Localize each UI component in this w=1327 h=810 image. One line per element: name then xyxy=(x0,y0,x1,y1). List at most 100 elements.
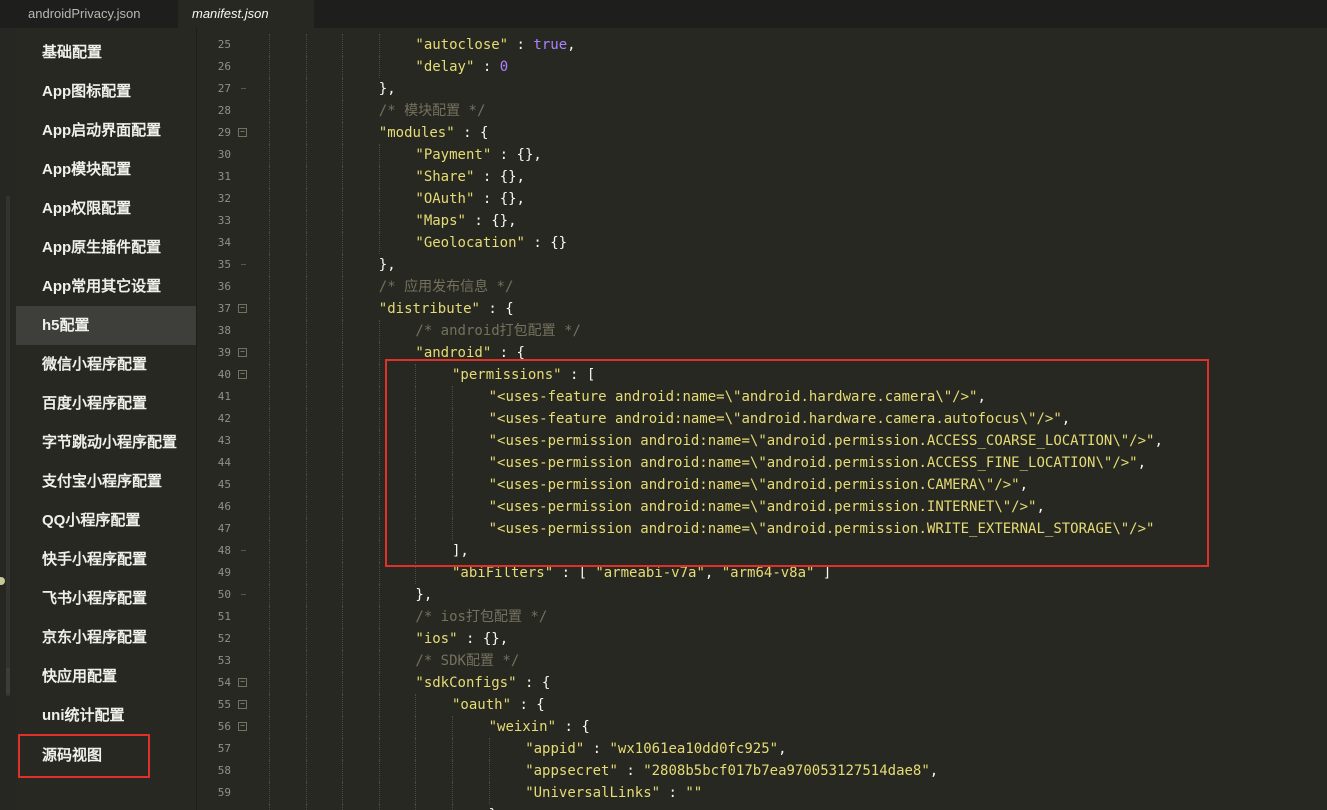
code-token: : { xyxy=(479,301,514,317)
indent-guide xyxy=(269,210,271,232)
code-token: /* 模块配置 */ xyxy=(378,103,486,119)
code-line[interactable]: 27}, xyxy=(197,78,1327,100)
code-line[interactable]: 49 "abiFilters" : [ "armeabi-v7a", "arm64… xyxy=(197,562,1327,584)
fold-toggle-icon[interactable] xyxy=(238,700,247,709)
code-line[interactable]: 34 "Geolocation" : {} xyxy=(197,232,1327,254)
sidebar-item[interactable]: 字节跳动小程序配置 xyxy=(16,423,196,462)
tab-manifest[interactable]: manifest.json xyxy=(178,0,314,28)
line-number: 51 xyxy=(217,610,231,623)
sidebar-item[interactable]: h5配置 xyxy=(16,306,196,345)
indent-guide xyxy=(415,738,417,760)
code-line[interactable]: 36 /* 应用发布信息 */ xyxy=(197,276,1327,298)
indent-guide xyxy=(305,562,308,584)
code-line[interactable]: 29 "modules" : { xyxy=(197,122,1327,144)
fold-toggle-icon[interactable] xyxy=(238,722,247,731)
code-line[interactable]: 55 "oauth" : { xyxy=(197,694,1327,716)
sidebar-item[interactable]: 微信小程序配置 xyxy=(16,345,196,384)
code-token: "<uses-permission android:name=\"android… xyxy=(488,455,1138,471)
fold-end-marker xyxy=(241,264,246,265)
code-token: "armeabi-v7a" xyxy=(595,565,705,581)
code-line[interactable]: 42 "<uses-feature android:name=\"android.… xyxy=(197,408,1327,430)
code-line[interactable]: 30 "Payment" : {}, xyxy=(197,144,1327,166)
code-line[interactable]: 53 /* SDK配置 */ xyxy=(197,650,1327,672)
indent-guide xyxy=(488,738,491,760)
indent-guide xyxy=(305,342,308,364)
code-token: "weixin" xyxy=(488,719,557,735)
sidebar-item[interactable]: App原生插件配置 xyxy=(16,228,196,267)
indent-guide xyxy=(415,452,417,474)
code-line[interactable]: 57 "appid" : "wx1061ea10dd0fc925", xyxy=(197,738,1327,760)
code-line[interactable]: 28 /* 模块配置 */ xyxy=(197,100,1327,122)
code-line[interactable]: 43 "<uses-permission android:name=\"andro… xyxy=(197,430,1327,452)
code-line[interactable]: 52 "ios" : {}, xyxy=(197,628,1327,650)
code-token: "arm64-v8a" xyxy=(721,565,815,581)
sidebar-item[interactable]: 京东小程序配置 xyxy=(16,618,196,657)
code-line[interactable]: 51 /* ios打包配置 */ xyxy=(197,606,1327,628)
edge-indicator-dot xyxy=(0,577,5,585)
sidebar-item[interactable]: 源码视图 xyxy=(18,734,150,778)
fold-toggle-icon[interactable] xyxy=(238,678,247,687)
sidebar-item[interactable]: 飞书小程序配置 xyxy=(16,579,196,618)
code-line[interactable]: 41 "<uses-feature android:name=\"android.… xyxy=(197,386,1327,408)
line-number: 38 xyxy=(217,324,231,337)
indent-guide xyxy=(342,144,344,166)
sidebar-item[interactable]: App权限配置 xyxy=(16,189,196,228)
code-line[interactable]: 48], xyxy=(197,540,1327,562)
edge-scroll-thumb[interactable] xyxy=(6,668,10,694)
indent-guide xyxy=(269,342,271,364)
code-text: "Payment" : {}, xyxy=(415,144,541,166)
code-line[interactable]: 60} xyxy=(197,804,1327,810)
code-line[interactable]: 54 "sdkConfigs" : { xyxy=(197,672,1327,694)
code-text: /* ios打包配置 */ xyxy=(415,606,547,628)
sidebar-item[interactable]: App启动界面配置 xyxy=(16,111,196,150)
code-line[interactable]: 32 "OAuth" : {}, xyxy=(197,188,1327,210)
sidebar-item[interactable]: App常用其它设置 xyxy=(16,267,196,306)
fold-toggle-icon[interactable] xyxy=(238,348,247,357)
line-number: 46 xyxy=(217,500,231,513)
code-line[interactable]: 46 "<uses-permission android:name=\"andro… xyxy=(197,496,1327,518)
indent-guide xyxy=(269,56,271,78)
code-line[interactable]: 50}, xyxy=(197,584,1327,606)
code-line[interactable]: 31 "Share" : {}, xyxy=(197,166,1327,188)
fold-toggle-icon[interactable] xyxy=(238,128,247,137)
code-line[interactable]: 45 "<uses-permission android:name=\"andro… xyxy=(197,474,1327,496)
code-line[interactable]: 58 "appsecret" : "2808b5bcf017b7ea9700531… xyxy=(197,760,1327,782)
code-line[interactable]: 44 "<uses-permission android:name=\"andro… xyxy=(197,452,1327,474)
code-line[interactable]: 59 "UniversalLinks" : "" xyxy=(197,782,1327,804)
indent-guide xyxy=(342,782,344,804)
sidebar-item[interactable]: App图标配置 xyxy=(16,72,196,111)
sidebar-item[interactable]: 快应用配置 xyxy=(16,657,196,696)
code-token: "appid" xyxy=(525,741,585,757)
code-line[interactable]: 37 "distribute" : { xyxy=(197,298,1327,320)
code-line[interactable]: 39 "android" : { xyxy=(197,342,1327,364)
code-line[interactable]: 56 "weixin" : { xyxy=(197,716,1327,738)
code-line[interactable]: 38 /* android打包配置 */ xyxy=(197,320,1327,342)
code-line[interactable]: 26 "delay" : 0 xyxy=(197,56,1327,78)
sidebar-item[interactable]: 百度小程序配置 xyxy=(16,384,196,423)
code-token: "OAuth" xyxy=(415,191,475,207)
code-line[interactable]: 33 "Maps" : {}, xyxy=(197,210,1327,232)
indent-guide xyxy=(342,452,344,474)
code-line[interactable]: 35}, xyxy=(197,254,1327,276)
sidebar-item[interactable]: uni统计配置 xyxy=(16,696,196,735)
code-line[interactable]: 47 "<uses-permission android:name=\"andro… xyxy=(197,518,1327,540)
indent-guide xyxy=(305,78,308,100)
sidebar-item[interactable]: App模块配置 xyxy=(16,150,196,189)
indent-guide xyxy=(269,100,271,122)
code-text: /* 应用发布信息 */ xyxy=(379,276,514,298)
sidebar-item[interactable]: 支付宝小程序配置 xyxy=(16,462,196,501)
sidebar-item[interactable]: 基础配置 xyxy=(16,33,196,72)
indent-guide xyxy=(378,364,381,386)
code-editor[interactable]: 25 "autoclose" : true, 26 "delay" : 0 27}, 28… xyxy=(197,28,1327,810)
tab-android-privacy[interactable]: androidPrivacy.json xyxy=(14,0,170,28)
fold-toggle-icon[interactable] xyxy=(238,304,247,313)
code-token: 0 xyxy=(499,59,509,75)
indent-guide xyxy=(305,122,308,144)
indent-guide xyxy=(415,562,417,584)
code-line[interactable]: 40 "permissions" : [ xyxy=(197,364,1327,386)
indent-guide xyxy=(378,540,381,562)
fold-toggle-icon[interactable] xyxy=(238,370,247,379)
sidebar-item[interactable]: QQ小程序配置 xyxy=(16,501,196,540)
code-line[interactable]: 25 "autoclose" : true, xyxy=(197,34,1327,56)
sidebar-item[interactable]: 快手小程序配置 xyxy=(16,540,196,579)
